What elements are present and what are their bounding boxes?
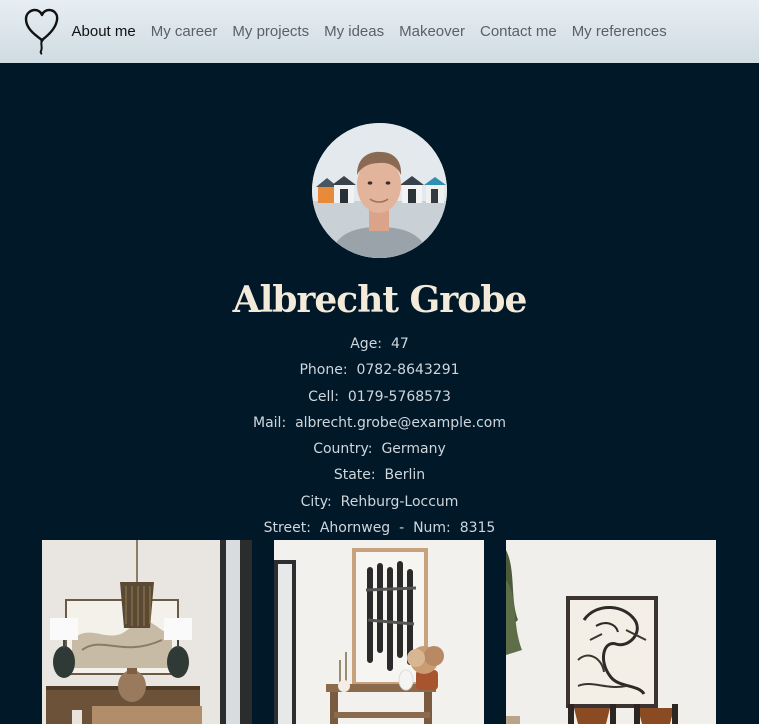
street-row: Street: Ahornweg - Num: 8315 bbox=[0, 515, 759, 541]
age-row: Age: 47 bbox=[0, 331, 759, 357]
heart-balloon-icon[interactable] bbox=[22, 7, 62, 55]
phone-row: Phone: 0782-8643291 bbox=[0, 357, 759, 383]
phone-value: 0782-8643291 bbox=[356, 362, 460, 379]
age-value: 47 bbox=[390, 336, 409, 352]
mail-value: albrecht.grobe@example.com bbox=[295, 414, 506, 431]
gallery-photo-dining-room[interactable] bbox=[42, 540, 252, 724]
street-label: Street: bbox=[263, 520, 311, 537]
cell-row: Cell: 0179-5768573 bbox=[0, 384, 759, 410]
num-value: 8315 bbox=[459, 520, 496, 537]
nav-makeover[interactable]: Makeover bbox=[392, 23, 473, 40]
country-value: Germany bbox=[381, 441, 446, 458]
main-content: Albrecht Grobe Age: 47 Phone: 0782-86432… bbox=[0, 63, 759, 724]
cell-label: Cell: bbox=[308, 388, 339, 405]
city-label: City: bbox=[300, 493, 332, 510]
nav-menu: About me My career My projects My ideas … bbox=[64, 0, 674, 63]
age-label: Age: bbox=[350, 336, 383, 352]
cell-value: 0179-5768573 bbox=[347, 388, 451, 405]
street-value: Ahornweg bbox=[319, 520, 391, 537]
profile-name: Albrecht Grobe bbox=[232, 279, 528, 321]
state-label: State: bbox=[333, 467, 376, 484]
nav-my-projects[interactable]: My projects bbox=[225, 23, 317, 40]
gallery-photo-framed-sketch[interactable] bbox=[506, 540, 716, 724]
state-row: State: Berlin bbox=[0, 462, 759, 488]
country-label: Country: bbox=[313, 441, 373, 458]
street-num-separator: - bbox=[399, 520, 405, 537]
city-row: City: Rehburg-Loccum bbox=[0, 489, 759, 515]
nav-about-me[interactable]: About me bbox=[64, 23, 143, 40]
profile-details: Age: 47 Phone: 0782-8643291 Cell: 0179-5… bbox=[0, 331, 759, 541]
profile-avatar bbox=[312, 123, 447, 258]
nav-my-references[interactable]: My references bbox=[564, 23, 674, 40]
nav-my-career[interactable]: My career bbox=[143, 23, 225, 40]
nav-my-ideas[interactable]: My ideas bbox=[317, 23, 392, 40]
nav-contact-me[interactable]: Contact me bbox=[472, 23, 564, 40]
mail-label: Mail: bbox=[253, 414, 287, 431]
state-value: Berlin bbox=[384, 467, 426, 484]
mail-row: Mail: albrecht.grobe@example.com bbox=[0, 410, 759, 436]
phone-label: Phone: bbox=[299, 362, 348, 379]
gallery-photo-console-table[interactable] bbox=[274, 540, 484, 724]
country-row: Country: Germany bbox=[0, 436, 759, 462]
city-value: Rehburg-Loccum bbox=[340, 493, 459, 510]
top-navbar: About me My career My projects My ideas … bbox=[0, 0, 759, 63]
num-label: Num: bbox=[413, 520, 451, 537]
